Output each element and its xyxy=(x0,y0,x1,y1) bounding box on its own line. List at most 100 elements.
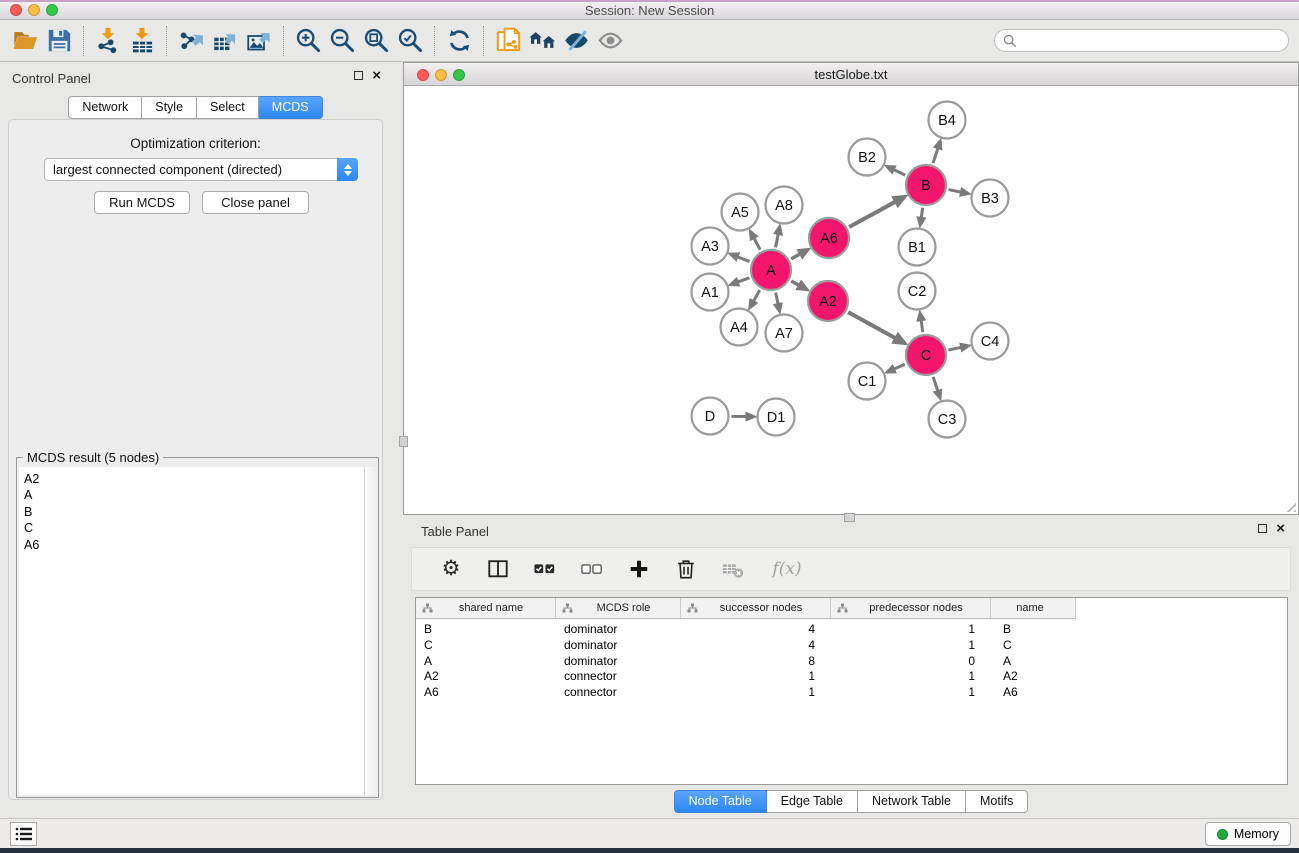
table-row[interactable]: Bdominator41B xyxy=(416,622,1287,638)
close-panel-button[interactable]: Close panel xyxy=(202,191,309,214)
edge-A-A1[interactable] xyxy=(738,278,750,282)
search-field[interactable] xyxy=(994,29,1289,52)
result-item[interactable]: A xyxy=(19,487,376,503)
run-mcds-button[interactable]: Run MCDS xyxy=(94,191,190,214)
edge-B-B1[interactable] xyxy=(921,208,922,218)
delete-table-icon[interactable] xyxy=(720,556,746,582)
result-item[interactable]: B xyxy=(19,504,376,520)
result-item[interactable]: C xyxy=(19,520,376,536)
graph-node-D[interactable]: D xyxy=(692,398,729,435)
hide-panel-eye-icon[interactable] xyxy=(559,24,593,58)
table-row[interactable]: A6connector11A6 xyxy=(416,685,1287,701)
result-item[interactable]: A2 xyxy=(19,471,376,487)
edge-A-A8[interactable] xyxy=(776,234,779,247)
edge-A6-B[interactable] xyxy=(849,202,895,227)
column-header-mcds-role[interactable]: MCDS role xyxy=(556,598,681,619)
edge-C-C1[interactable] xyxy=(894,364,905,369)
graph-node-C[interactable]: C xyxy=(906,335,946,375)
zoom-out-icon[interactable] xyxy=(325,24,359,58)
edge-A-A4[interactable] xyxy=(753,290,759,301)
home-icon[interactable] xyxy=(525,24,559,58)
graph-node-B[interactable]: B xyxy=(906,165,946,205)
tab-network[interactable]: Network xyxy=(68,96,142,119)
function-builder-icon[interactable]: f(x) xyxy=(767,556,807,582)
zoom-in-icon[interactable] xyxy=(291,24,325,58)
edge-A-A7[interactable] xyxy=(776,293,778,304)
tab-select[interactable]: Select xyxy=(197,96,259,119)
open-session-icon[interactable] xyxy=(8,24,42,58)
zoom-fit-icon[interactable] xyxy=(359,24,393,58)
graph-node-C2[interactable]: C2 xyxy=(899,273,936,310)
graph-node-A8[interactable]: A8 xyxy=(766,187,803,224)
tab-node-table[interactable]: Node Table xyxy=(674,790,767,813)
edge-A-A6[interactable] xyxy=(791,254,800,259)
graph-node-C4[interactable]: C4 xyxy=(972,323,1009,360)
select-all-checkboxes-icon[interactable] xyxy=(532,556,558,582)
tab-edge-table[interactable]: Edge Table xyxy=(767,790,858,813)
edge-A-A2[interactable] xyxy=(791,281,799,285)
edge-A-A3[interactable] xyxy=(738,257,750,262)
tab-network-table[interactable]: Network Table xyxy=(858,790,966,813)
optimization-criterion-select[interactable]: largest connected component (directed) xyxy=(44,158,358,181)
column-header-shared-name[interactable]: shared name xyxy=(416,598,556,619)
refresh-icon[interactable] xyxy=(442,24,476,58)
edge-A2-C[interactable] xyxy=(848,312,895,338)
result-list-scrollbar[interactable] xyxy=(364,467,376,795)
close-panel-icon[interactable]: × xyxy=(372,71,381,80)
memory-button[interactable]: Memory xyxy=(1205,822,1291,846)
graph-node-C1[interactable]: C1 xyxy=(849,363,886,400)
column-header-predecessor-nodes[interactable]: predecessor nodes xyxy=(831,598,991,619)
export-table-icon[interactable] xyxy=(208,24,242,58)
graph-node-A6[interactable]: A6 xyxy=(809,218,849,258)
import-table-icon[interactable] xyxy=(125,24,159,58)
export-network-icon[interactable] xyxy=(174,24,208,58)
gear-icon[interactable]: ⚙ xyxy=(438,556,464,582)
graph-node-A3[interactable]: A3 xyxy=(692,228,729,265)
edge-C-C2[interactable] xyxy=(921,320,923,332)
edge-C-C4[interactable] xyxy=(948,347,961,350)
graph-node-D1[interactable]: D1 xyxy=(758,399,795,436)
result-item[interactable]: A6 xyxy=(19,537,376,553)
graph-node-A7[interactable]: A7 xyxy=(766,315,803,352)
split-columns-icon[interactable] xyxy=(485,556,511,582)
float-panel-icon[interactable] xyxy=(354,71,363,80)
add-column-icon[interactable] xyxy=(626,556,652,582)
table-row[interactable]: A2connector11A2 xyxy=(416,669,1287,685)
search-input[interactable] xyxy=(1022,34,1288,48)
edge-B-B2[interactable] xyxy=(894,170,905,175)
graph-node-A[interactable]: A xyxy=(751,250,791,290)
import-network-icon[interactable] xyxy=(91,24,125,58)
network-left-scroll-handle[interactable] xyxy=(399,436,408,447)
task-history-button[interactable] xyxy=(10,822,37,846)
tab-style[interactable]: Style xyxy=(142,96,197,119)
graph-node-B1[interactable]: B1 xyxy=(899,229,936,266)
save-session-icon[interactable] xyxy=(42,24,76,58)
mcds-result-list[interactable]: A2ABCA6 xyxy=(19,467,376,795)
graph-node-A2[interactable]: A2 xyxy=(808,281,848,321)
delete-column-icon[interactable] xyxy=(673,556,699,582)
edge-C-C3[interactable] xyxy=(933,377,938,391)
tab-motifs[interactable]: Motifs xyxy=(966,790,1028,813)
graph-node-A4[interactable]: A4 xyxy=(721,309,758,346)
tab-mcds[interactable]: MCDS xyxy=(259,96,323,119)
edge-B-B4[interactable] xyxy=(933,148,938,163)
close-table-panel-icon[interactable]: × xyxy=(1276,524,1285,533)
network-canvas[interactable]: B4B2BB3A8A5A6B1A3AC2A1A2A4A7C4CC1DD1C3 xyxy=(404,86,1298,514)
graph-node-B3[interactable]: B3 xyxy=(972,180,1009,217)
graph-node-B2[interactable]: B2 xyxy=(849,139,886,176)
edge-B-B3[interactable] xyxy=(949,190,961,193)
table-row[interactable]: Adominator80A xyxy=(416,654,1287,670)
deselect-all-checkboxes-icon[interactable] xyxy=(579,556,605,582)
graph-node-A5[interactable]: A5 xyxy=(722,194,759,231)
float-table-panel-icon[interactable] xyxy=(1258,524,1267,533)
column-header-successor-nodes[interactable]: successor nodes xyxy=(681,598,831,619)
graph-node-A1[interactable]: A1 xyxy=(692,274,729,311)
graph-node-B4[interactable]: B4 xyxy=(929,102,966,139)
edge-A-A5[interactable] xyxy=(754,238,760,250)
show-panel-eye-icon[interactable] xyxy=(593,24,627,58)
table-row[interactable]: Cdominator41C xyxy=(416,638,1287,654)
duplicate-network-icon[interactable] xyxy=(491,24,525,58)
zoom-selected-icon[interactable] xyxy=(393,24,427,58)
export-image-icon[interactable] xyxy=(242,24,276,58)
column-header-name[interactable]: name xyxy=(991,598,1076,619)
